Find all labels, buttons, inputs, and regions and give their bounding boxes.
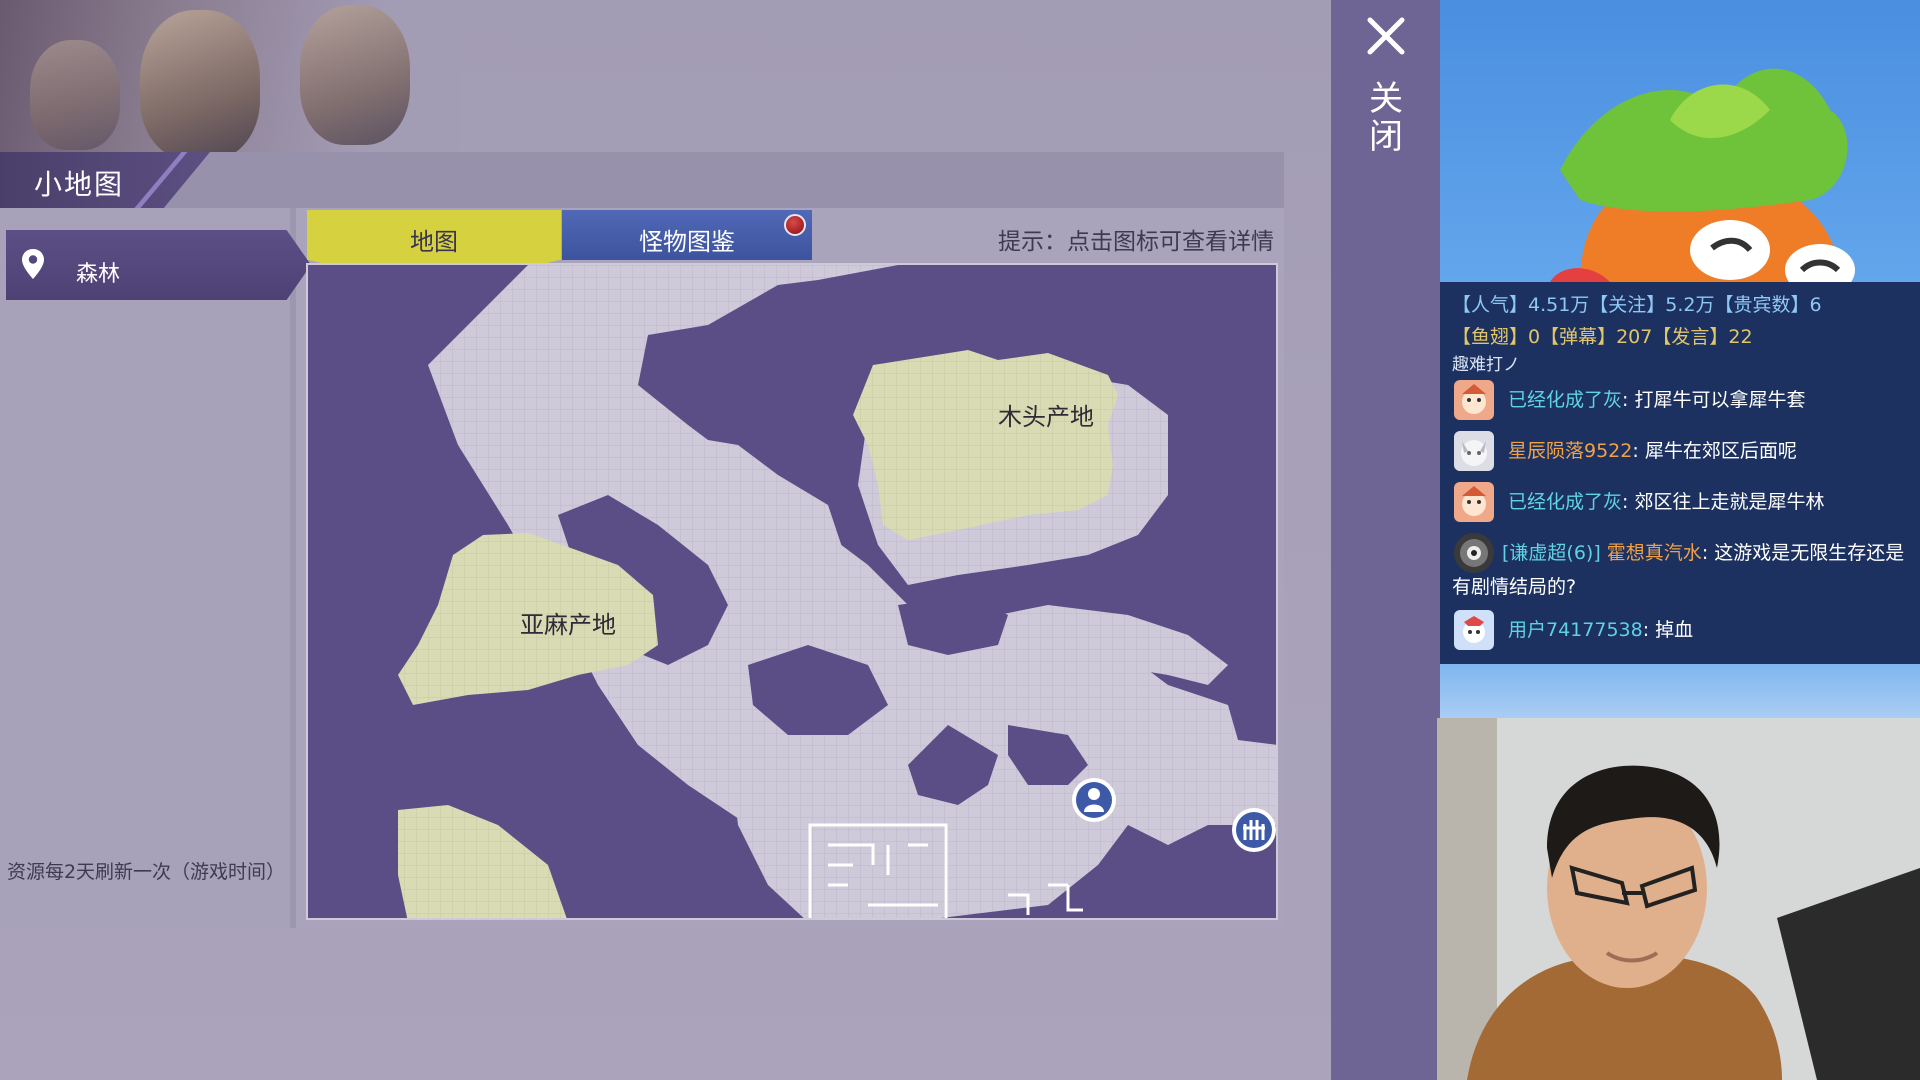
tab-map-label: 地图 xyxy=(410,228,458,256)
player-marker-icon xyxy=(1072,778,1116,822)
chat-caption: 趣难打ノ xyxy=(1452,355,1520,375)
refresh-note: 资源每2天刷新一次（游戏时间） xyxy=(6,861,286,883)
hint-text: 提示：点击图标可查看详情 xyxy=(998,229,1274,255)
webcam-feed xyxy=(1437,718,1920,1080)
chat-separator: : xyxy=(1632,440,1645,462)
chat-text: 掉血 xyxy=(1655,619,1694,641)
avatar xyxy=(1454,380,1494,420)
chat-message: [谦虚超(6)] 霍想真汽水: 这游戏是无限生存还是有剧情结局的? xyxy=(1452,536,1912,604)
chat-username[interactable]: 已经化成了灰 xyxy=(1508,389,1622,411)
obstacle xyxy=(898,595,1008,655)
chat-username[interactable]: 已经化成了灰 xyxy=(1508,491,1622,513)
chat-separator: : xyxy=(1622,491,1635,513)
stream-stats-line-2: 【鱼翅】0【弹幕】207【发言】22 xyxy=(1452,326,1753,348)
stream-mascot-banner xyxy=(1440,0,1920,282)
close-icon[interactable] xyxy=(1366,16,1406,56)
chat-fan-badge: [谦虚超(6)] xyxy=(1502,542,1601,564)
chat-message: 用户74177538: 掉血 xyxy=(1508,613,1920,647)
area-label-flax[interactable]: 亚麻产地 xyxy=(520,605,616,640)
avatar xyxy=(1454,482,1494,522)
gate-marker-icon xyxy=(1232,808,1276,852)
notification-dot-icon xyxy=(784,214,806,236)
chat-text: 郊区往上走就是犀牛林 xyxy=(1634,491,1825,513)
chat-message: 已经化成了灰: 打犀牛可以拿犀牛套 xyxy=(1508,383,1920,417)
tab-monster-codex-label: 怪物图鉴 xyxy=(639,228,735,256)
avatar xyxy=(1454,431,1494,471)
stream-background-strip xyxy=(1440,664,1920,718)
chat-separator: : xyxy=(1642,619,1656,641)
chat-username[interactable]: 霍想真汽水 xyxy=(1607,542,1702,564)
chat-separator: : xyxy=(1701,542,1715,564)
avatar xyxy=(1454,610,1494,650)
minimap[interactable]: 木头产地 亚麻产地 xyxy=(306,263,1278,920)
region-item-label: 森林 xyxy=(76,262,121,287)
stream-stats-line-1: 【人气】4.51万【关注】5.2万【贵宾数】6 xyxy=(1452,294,1822,316)
chat-username[interactable]: 用户74177538 xyxy=(1508,619,1643,641)
chat-text: 犀牛在郊区后面呢 xyxy=(1644,440,1797,462)
resource-area-south xyxy=(398,805,567,918)
close-button-label[interactable]: 关闭 xyxy=(1368,80,1404,156)
minimap-terrain xyxy=(398,265,1276,918)
region-sidebar xyxy=(0,208,296,928)
chat-username[interactable]: 星辰陨落9522 xyxy=(1508,440,1632,462)
mascot-art xyxy=(1550,68,1855,282)
chat-message: 星辰陨落9522: 犀牛在郊区后面呢 xyxy=(1508,434,1920,468)
chat-message: 已经化成了灰: 郊区往上走就是犀牛林 xyxy=(1508,485,1920,519)
chat-text: 打犀牛可以拿犀牛套 xyxy=(1634,389,1806,411)
area-label-wood[interactable]: 木头产地 xyxy=(998,397,1094,432)
location-pin-icon xyxy=(22,249,44,279)
close-strip xyxy=(1331,0,1440,1080)
panel-title: 小地图 xyxy=(34,168,125,201)
character-artwork xyxy=(0,0,460,152)
region-item-forest[interactable] xyxy=(6,230,311,300)
chat-separator: : xyxy=(1622,389,1635,411)
streamer-video xyxy=(1437,718,1920,1080)
